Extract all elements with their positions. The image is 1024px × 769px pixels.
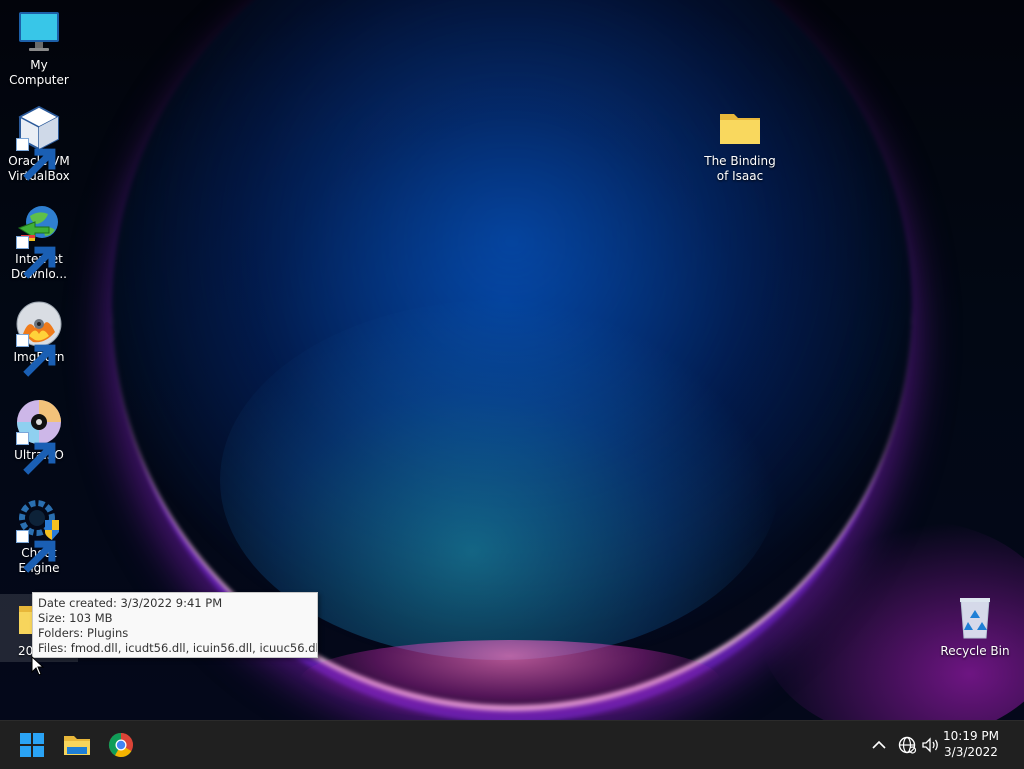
desktop-icon-internet-download-manager[interactable]: Internet Downlo... [0,202,78,282]
imgburn-disc-icon [15,300,63,377]
virtualbox-icon [15,104,63,181]
shortcut-arrow-icon [16,138,56,181]
network-globe-icon [898,736,917,754]
desktop-icon-cheat-engine[interactable]: Cheat Engine [0,496,78,576]
desktop-icon-binding-of-isaac[interactable]: The Binding of Isaac [701,104,779,184]
folder-info-tooltip: Date created: 3/3/2022 9:41 PM Size: 103… [32,592,318,658]
clock-date: 3/3/2022 [944,745,998,759]
shortcut-arrow-icon [16,334,56,377]
chrome-icon [108,733,133,758]
tooltip-size: Size: 103 MB [38,611,113,625]
desktop-icon-my-computer[interactable]: My Computer [0,8,78,88]
desktop-icon-label: Recycle Bin [940,644,1010,658]
desktop-icon-recycle-bin[interactable]: Recycle Bin [936,594,1014,659]
ultraiso-disc-icon [15,398,63,475]
start-button[interactable] [16,729,48,761]
taskbar-chrome[interactable] [105,729,137,761]
desktop[interactable]: My Computer Oracle VM VirtualBox Interne… [0,0,1024,720]
desktop-icon-label: My Computer [9,58,69,87]
chevron-up-icon [872,740,886,749]
file-explorer-icon [64,736,90,755]
desktop-icon-imgburn[interactable]: ImgBurn [0,300,78,377]
tooltip-folders: Folders: Plugins [38,626,129,640]
tray-network-button[interactable] [895,733,919,757]
tooltip-date-created: Date created: 3/3/2022 9:41 PM [38,596,223,610]
taskbar-file-explorer[interactable] [61,729,93,761]
recycle-bin-icon [951,594,999,642]
idm-globe-icon [15,202,63,279]
taskbar-clock[interactable]: 10:19 PM 3/3/2022 [936,728,1006,760]
desktop-icon-virtualbox[interactable]: Oracle VM VirtualBox [0,104,78,184]
shortcut-arrow-icon [16,432,56,475]
desktop-icon-label: The Binding of Isaac [704,154,776,183]
clock-time: 10:19 PM [943,729,999,743]
monitor-icon [15,8,63,56]
tray-overflow-button[interactable] [867,733,891,757]
cheat-engine-icon [15,496,63,573]
shortcut-arrow-icon [16,530,56,573]
tooltip-files: Files: fmod.dll, icudt56.dll, icuin56.dl… [38,641,318,655]
shortcut-arrow-icon [16,236,56,279]
wallpaper-pink-glow [300,640,720,720]
windows-start-icon [20,733,44,757]
mouse-cursor-icon [31,656,45,676]
folder-icon [716,104,764,152]
desktop-icon-ultraiso[interactable]: UltraISO [0,398,78,475]
taskbar: 10:19 PM 3/3/2022 [0,720,1024,769]
